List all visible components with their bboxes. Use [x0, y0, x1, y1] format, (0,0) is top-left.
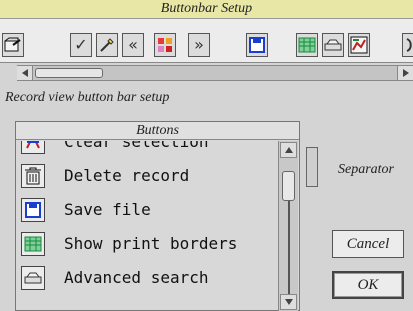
clear-selection-icon	[21, 141, 45, 154]
open-file-button[interactable]	[2, 33, 24, 57]
rewind-icon: «	[128, 35, 138, 54]
fast-forward-icon: »	[194, 35, 204, 54]
scroll-right-arrow-icon[interactable]	[397, 66, 413, 80]
advanced-search-button[interactable]	[322, 33, 344, 57]
buttons-panel-title: Buttons	[136, 122, 179, 138]
multi-color-button[interactable]	[154, 33, 176, 57]
vertical-scrollbar[interactable]	[278, 141, 298, 311]
image-graph-button[interactable]	[348, 33, 370, 57]
wand-icon	[98, 36, 116, 54]
buttons-list: Clear selection Delete record Save file …	[16, 141, 276, 311]
list-item-clear-selection[interactable]: Clear selection	[16, 141, 276, 159]
vertical-scroll-thumb[interactable]	[282, 171, 295, 201]
advanced-search-icon	[21, 266, 45, 290]
image-graph-icon	[350, 36, 368, 54]
toolbar: ✓ « »	[0, 19, 413, 63]
window-title-bar[interactable]: Buttonbar Setup	[0, 0, 413, 19]
list-item-show-print-borders[interactable]: Show print borders	[16, 227, 276, 261]
partial-icon	[404, 37, 413, 53]
wand-button[interactable]	[96, 33, 118, 57]
check-button[interactable]: ✓	[70, 33, 92, 57]
save-disk-icon	[21, 198, 45, 222]
list-item-advanced-search[interactable]: Advanced search	[16, 261, 276, 295]
ok-button[interactable]: OK	[332, 271, 404, 299]
list-item-label: Clear selection	[64, 141, 209, 151]
scroll-left-arrow-icon[interactable]	[17, 66, 33, 80]
save-disk-icon	[248, 36, 266, 54]
print-borders-icon	[298, 37, 316, 53]
window-title: Buttonbar Setup	[160, 1, 253, 16]
scroll-up-arrow-icon[interactable]	[280, 142, 297, 158]
toolbar-overflow-button[interactable]	[402, 33, 413, 57]
list-item-label: Advanced search	[64, 268, 209, 287]
setup-subtitle: Record view button bar setup	[5, 90, 170, 105]
rewind-button[interactable]: «	[122, 33, 144, 57]
multi-color-icon	[156, 36, 174, 54]
check-mark-icon: ✓	[74, 35, 88, 54]
horizontal-scroll-thumb[interactable]	[35, 68, 103, 78]
fast-forward-button[interactable]: »	[188, 33, 210, 57]
print-borders-icon	[21, 232, 45, 256]
scroll-down-arrow-icon[interactable]	[280, 294, 297, 310]
scroll-track	[288, 201, 290, 296]
separator-label: Separator	[338, 162, 394, 177]
list-item-label: Delete record	[64, 166, 190, 185]
list-item-save-file[interactable]: Save file	[16, 193, 276, 227]
save-button[interactable]	[246, 33, 268, 57]
buttons-panel-title-bar[interactable]: Buttons	[16, 122, 299, 140]
open-file-icon	[4, 37, 22, 53]
advanced-search-icon	[324, 38, 342, 52]
list-item-label: Save file	[64, 200, 151, 219]
separator-swatch[interactable]	[306, 147, 318, 187]
list-item-delete-record[interactable]: Delete record	[16, 159, 276, 193]
horizontal-scrollbar[interactable]	[17, 65, 413, 81]
print-borders-button[interactable]	[296, 33, 318, 57]
trash-icon	[21, 164, 45, 188]
cancel-button[interactable]: Cancel	[332, 230, 404, 258]
list-item-label: Show print borders	[64, 234, 238, 253]
buttons-panel: Buttons Clear selection Delete record Sa…	[15, 121, 300, 311]
